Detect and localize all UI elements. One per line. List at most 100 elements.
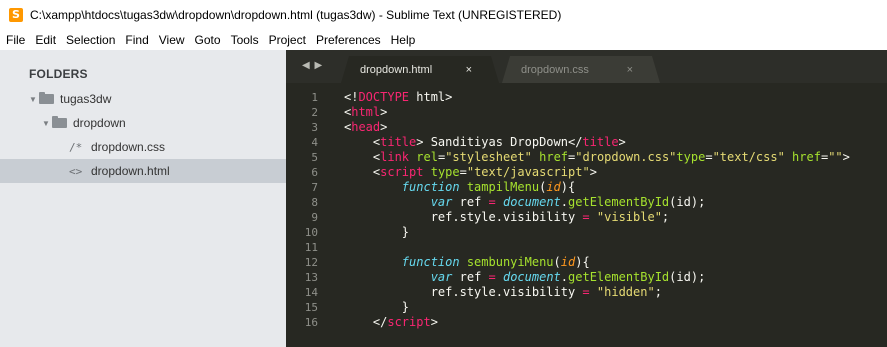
editor-pane[interactable]: ◀ ▶ dropdown.html × dropdown.css × 12345… — [286, 50, 887, 347]
code-token: html — [351, 105, 381, 119]
code-token: "stylesheet" — [445, 150, 532, 164]
code-token: link — [380, 150, 410, 164]
css-file-icon: /* — [69, 140, 83, 154]
code-token: ref — [452, 195, 489, 209]
close-icon[interactable]: × — [627, 64, 633, 76]
code-token: = — [459, 165, 467, 179]
menu-edit[interactable]: Edit — [35, 33, 56, 47]
code-token: < — [344, 135, 381, 149]
code-token: href — [792, 150, 821, 164]
menu-view[interactable]: View — [159, 33, 185, 47]
tab-dropdown-html[interactable]: dropdown.html × — [341, 56, 499, 83]
code-token: ref.style.visibility — [344, 210, 583, 224]
code-token: > Sanditiyas DropDown</ — [416, 135, 583, 149]
code-token: getElementById — [568, 270, 670, 284]
code-token: title — [582, 135, 619, 149]
code-token: = — [705, 150, 713, 164]
code-token: script — [387, 315, 431, 329]
code-token: getElementById — [568, 195, 670, 209]
code-token: type — [430, 165, 460, 179]
code-token: "dropdown.css" — [575, 150, 677, 164]
line-number: 2 — [311, 106, 318, 119]
code-token: < — [344, 150, 381, 164]
code-token: "" — [828, 150, 843, 164]
folders-heading: FOLDERS — [29, 67, 88, 81]
code-token: <! — [344, 90, 359, 104]
menu-help[interactable]: Help — [391, 33, 416, 47]
code-token: function — [401, 255, 460, 269]
menu-selection[interactable]: Selection — [66, 33, 115, 47]
code-token: ref.style.visibility — [344, 285, 583, 299]
line-number-gutter: 1 2 3 4 5 6 7 8 9 10 11 12 13 14 15 16 — [286, 90, 332, 330]
code-token: (id); — [669, 195, 706, 209]
tab-dropdown-css[interactable]: dropdown.css × — [502, 56, 660, 83]
code-token: ; — [661, 210, 670, 224]
code-token: "visible" — [596, 210, 662, 224]
sidebar-item-label: dropdown.html — [91, 164, 170, 178]
menu-file[interactable]: File — [6, 33, 25, 47]
code-token: id — [546, 180, 561, 194]
line-number: 6 — [311, 166, 318, 179]
sidebar-item-tugas3dw[interactable]: ▼ tugas3dw — [0, 87, 286, 111]
code-token: > — [589, 165, 597, 179]
code-token: } — [344, 300, 410, 314]
code-line: <!DOCTYPE html> — [344, 90, 884, 105]
code-token: ( — [553, 255, 561, 269]
sidebar-item-dropdown[interactable]: ▼ dropdown — [0, 111, 286, 135]
sidebar-item-label: tugas3dw — [60, 92, 112, 106]
line-number: 10 — [304, 226, 318, 239]
code-token: = — [488, 195, 496, 209]
code-line: function tampilMenu(id){ — [344, 180, 884, 195]
code-token: function — [401, 180, 460, 194]
code-token: = — [582, 210, 590, 224]
sidebar-item-dropdown-html[interactable]: <> dropdown.html — [0, 159, 286, 183]
code-line: ref.style.visibility = "visible"; — [344, 210, 884, 225]
tab-label: dropdown.css — [521, 63, 589, 76]
sidebar-item-dropdown-css[interactable]: /* dropdown.css — [0, 135, 286, 159]
code-token: < — [344, 165, 381, 179]
line-number: 11 — [304, 241, 318, 254]
close-icon[interactable]: × — [466, 64, 472, 76]
tab-nav-arrows-icon[interactable]: ◀ ▶ — [302, 60, 323, 71]
line-number: 13 — [304, 271, 318, 284]
expand-arrow-icon[interactable]: ▼ — [42, 119, 52, 128]
code-token: (id); — [669, 270, 706, 284]
code-token: > — [618, 135, 626, 149]
code-token: ; — [654, 285, 662, 299]
line-number: 5 — [311, 151, 318, 164]
line-number: 8 — [311, 196, 318, 209]
code-line: ref.style.visibility = "hidden"; — [344, 285, 884, 300]
code-line: <script type="text/javascript"> — [344, 165, 884, 180]
expand-arrow-icon[interactable]: ▼ — [29, 95, 39, 104]
menu-tools[interactable]: Tools — [231, 33, 259, 47]
line-number: 15 — [304, 301, 318, 314]
code-token: title — [380, 135, 417, 149]
line-number: 3 — [311, 121, 318, 134]
code-token: head — [351, 120, 381, 134]
html-file-icon: <> — [69, 164, 83, 178]
code-token: } — [344, 225, 410, 239]
code-token: ref — [452, 270, 489, 284]
code-token: = — [488, 270, 496, 284]
code-token: sembunyiMenu — [466, 255, 554, 269]
code-token: href — [539, 150, 569, 164]
code-area[interactable]: <!DOCTYPE html> <html> <head> <title> Sand… — [344, 90, 884, 330]
menu-find[interactable]: Find — [125, 33, 148, 47]
code-token: tampilMenu — [466, 180, 540, 194]
menu-preferences[interactable]: Preferences — [316, 33, 381, 47]
code-line: <title> Sanditiyas DropDown</title> — [344, 135, 884, 150]
menu-goto[interactable]: Goto — [195, 33, 221, 47]
line-number: 16 — [304, 316, 318, 329]
code-token: > — [380, 120, 388, 134]
menu-project[interactable]: Project — [269, 33, 306, 47]
code-token: </ — [344, 315, 388, 329]
code-token: . — [560, 195, 569, 209]
tab-label: dropdown.html — [360, 63, 433, 76]
code-token: > — [430, 315, 438, 329]
